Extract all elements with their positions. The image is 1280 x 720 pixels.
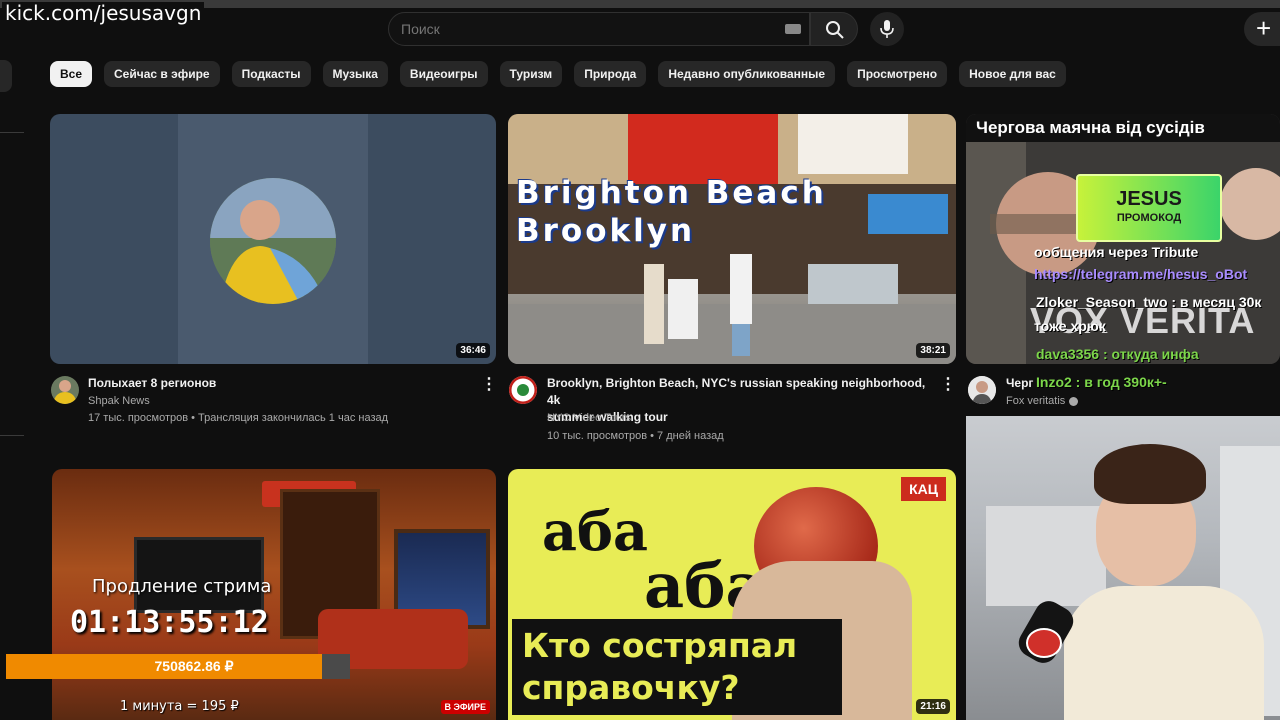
video-thumbnail[interactable]: аба аба КАЦ Кто состряпал справочку? 21:…	[508, 469, 956, 720]
keyboard-icon[interactable]	[785, 24, 801, 34]
create-button[interactable]: +	[1244, 12, 1280, 46]
chip-all[interactable]: Все	[50, 61, 93, 87]
live-badge: В ЭФИРЕ	[440, 700, 490, 714]
extension-label: Продление стрима	[92, 576, 272, 597]
donation-total: 750862.86 ₽	[154, 658, 234, 674]
sidebar-item[interactable]	[0, 60, 12, 92]
donation-rate: 1 минута = 195 ₽	[120, 699, 239, 714]
donation-progress-bar: 750862.86 ₽	[6, 654, 350, 679]
chat-message: Inzo2 : в год 390к+-	[1036, 374, 1167, 390]
microphone-icon	[880, 20, 894, 38]
sidebar-divider	[0, 435, 24, 436]
channel-name[interactable]: NYC Video Tours	[547, 412, 631, 424]
chat-message: dava3356 : откуда инфа	[1036, 346, 1199, 362]
video-thumbnail[interactable]: 36:46	[50, 114, 496, 364]
chip-new-to-you[interactable]: Новое для вас	[959, 61, 1066, 87]
filter-chips: Все Сейчас в эфире Подкасты Музыка Видео…	[50, 61, 1066, 87]
channel-badge: КАЦ	[901, 477, 946, 501]
channel-photo	[210, 178, 336, 304]
stream-url-overlay: kick.com/jesusavgn	[2, 2, 205, 24]
plus-icon: +	[1256, 13, 1272, 43]
chip-nature[interactable]: Природа	[574, 61, 647, 87]
thumbnail-title-text: Brighton Beach Brooklyn	[516, 175, 827, 249]
channel-avatar[interactable]	[509, 376, 537, 404]
chat-message: тоже хрюк	[1034, 318, 1106, 334]
stream-timer: 01:13:55:12	[70, 605, 269, 640]
duration-badge: 38:21	[916, 343, 950, 358]
channel-avatar[interactable]	[51, 376, 79, 404]
duration-badge: 36:46	[456, 343, 490, 358]
channel-name[interactable]: Shpak News	[88, 395, 150, 407]
streamer-webcam	[966, 416, 1280, 720]
verified-icon	[1069, 397, 1078, 406]
video-title[interactable]: Черг	[1006, 375, 1033, 392]
logo-letters: аба	[542, 499, 648, 563]
shelf	[986, 506, 1106, 606]
chip-videogames[interactable]: Видеоигры	[399, 61, 488, 87]
search-button[interactable]	[810, 12, 858, 46]
streamer-body	[1064, 586, 1264, 720]
channel-name[interactable]: Fox veritatis	[1006, 395, 1065, 407]
voice-search-button[interactable]	[870, 12, 904, 46]
chip-recently-uploaded[interactable]: Недавно опубликованные	[658, 61, 836, 87]
chip-music[interactable]: Музыка	[322, 61, 388, 87]
duration-badge: 21:16	[916, 699, 950, 714]
mic-flag-badge	[1026, 628, 1062, 658]
chip-tourism[interactable]: Туризм	[499, 61, 563, 87]
video-thumbnail[interactable]: Brighton Beach Brooklyn 38:21	[508, 114, 956, 364]
video-stats: 17 тыс. просмотров • Трансляция закончил…	[88, 412, 389, 424]
chip-podcasts[interactable]: Подкасты	[231, 61, 311, 87]
video-stats: 10 тыс. просмотров • 7 дней назад	[547, 430, 724, 442]
thumbnail-header-text: Чергова маячна від сусідів	[966, 114, 1280, 142]
more-options-icon[interactable]: ⋮	[481, 375, 497, 395]
thumbnail-caption: Кто состряпал справочку?	[512, 619, 842, 715]
tv-screen	[134, 537, 264, 613]
chip-watched[interactable]: Просмотрено	[847, 61, 948, 87]
search-input[interactable]	[401, 21, 771, 37]
search-icon	[826, 21, 844, 39]
more-options-icon[interactable]: ⋮	[940, 375, 956, 395]
chat-message: https://telegram.me/hesus_oBot	[1034, 266, 1248, 282]
video-title[interactable]: Полыхает 8 регионов	[88, 375, 468, 392]
channel-avatar[interactable]	[968, 376, 996, 404]
chip-live[interactable]: Сейчас в эфире	[104, 61, 220, 87]
streamer-hair	[1094, 444, 1206, 504]
chat-message: ообщения через Tribute	[1034, 244, 1199, 260]
sidebar-divider	[0, 132, 24, 133]
search-box[interactable]	[388, 12, 810, 46]
promo-code-badge: JESUS ПРОМОКОД	[1076, 174, 1222, 242]
